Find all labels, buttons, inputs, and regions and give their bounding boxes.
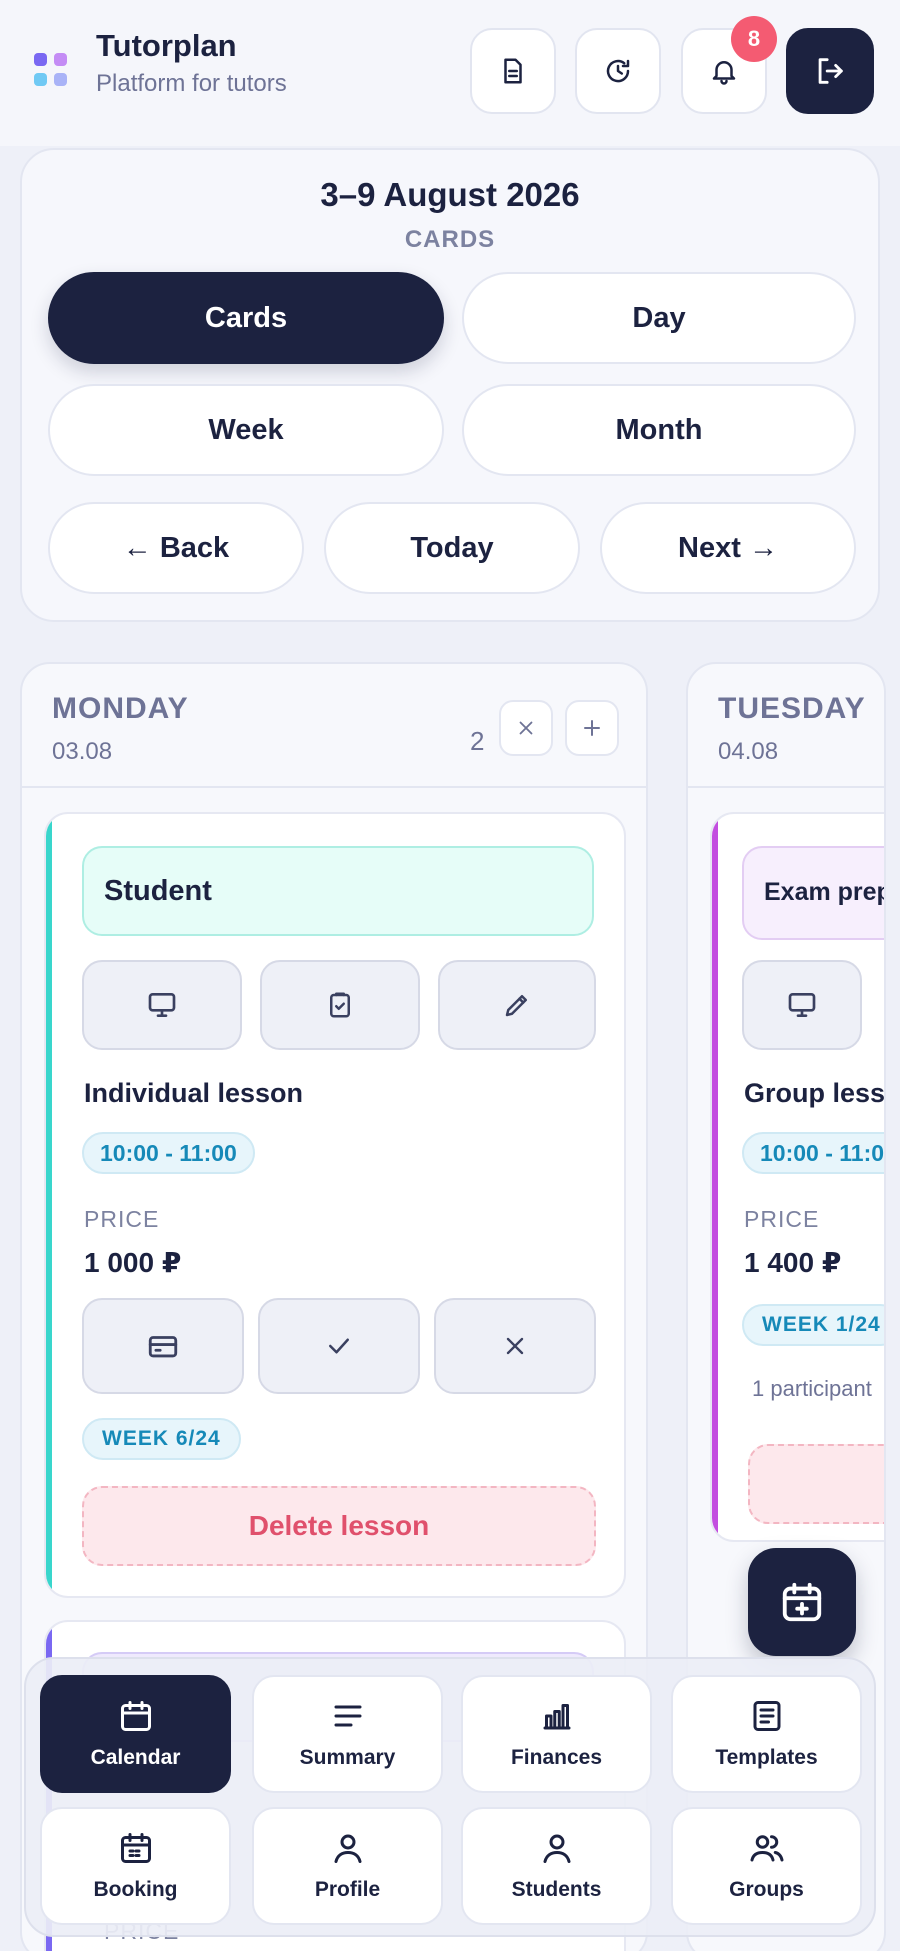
cancel-lesson-button[interactable] — [434, 1298, 596, 1394]
nav-groups[interactable]: Groups — [671, 1807, 862, 1925]
nav-templates[interactable]: Templates — [671, 1675, 862, 1793]
nav-label: Booking — [93, 1878, 178, 1901]
nav-booking[interactable]: Booking — [40, 1807, 231, 1925]
lesson-time: 10:00 - 11:00 — [82, 1132, 255, 1174]
pencil-icon — [505, 995, 527, 1017]
clipboard-check-icon — [330, 992, 350, 1018]
close-icon — [519, 721, 533, 735]
lesson-time: 10:00 - 11:00 — [742, 1132, 884, 1174]
today-button[interactable]: Today — [324, 502, 580, 594]
delete-lesson-button[interactable]: Delete lesson — [82, 1486, 596, 1566]
edit-lesson-button[interactable] — [438, 960, 596, 1050]
lesson-type: Individual lesson — [84, 1078, 304, 1108]
week-progress: WEEK 6/24 — [82, 1418, 241, 1460]
day-header: TUESDAY 04.08 — [688, 664, 884, 788]
day-name: MONDAY — [52, 692, 189, 725]
app-subtitle: Platform for tutors — [96, 70, 287, 97]
bell-icon — [712, 61, 736, 85]
nav-profile[interactable]: Profile — [252, 1807, 443, 1925]
student-name[interactable]: Student — [82, 846, 594, 936]
calendar-plus-icon — [782, 1582, 822, 1622]
lesson-count: 2 — [470, 726, 485, 756]
day-date: 03.08 — [52, 738, 113, 765]
mark-done-button[interactable] — [258, 1298, 420, 1394]
documents-button[interactable] — [470, 28, 556, 114]
payment-button[interactable] — [82, 1298, 244, 1394]
template-icon — [753, 1701, 780, 1731]
online-lesson-button[interactable] — [82, 960, 242, 1050]
history-icon — [606, 59, 630, 83]
check-icon — [329, 1338, 349, 1354]
group-name[interactable]: Exam preparation — [742, 846, 884, 940]
bar-chart-icon — [543, 1704, 570, 1730]
clear-day-button[interactable] — [499, 700, 553, 756]
homework-button[interactable] — [260, 960, 420, 1050]
users-icon — [750, 1835, 783, 1862]
view-month-button[interactable]: Month — [462, 384, 856, 476]
price-label: PRICE — [744, 1206, 820, 1232]
view-week-button[interactable]: Week — [48, 384, 444, 476]
nav-finances[interactable]: Finances — [461, 1675, 652, 1793]
lesson-price: 1 400 ₽ — [744, 1247, 842, 1278]
lesson-price: 1 000 ₽ — [84, 1247, 182, 1278]
booking-calendar-icon — [120, 1833, 151, 1863]
nav-label: Profile — [314, 1878, 381, 1901]
card-icon — [148, 1336, 178, 1358]
view-mode-caption: CARDS — [404, 226, 496, 253]
nav-summary[interactable]: Summary — [252, 1675, 443, 1793]
nav-label: Templates — [715, 1746, 818, 1769]
nav-label: Finances — [510, 1746, 603, 1769]
lesson-card[interactable]: Exam preparation Group lesson 10:00 - 11… — [710, 812, 886, 1542]
logout-button[interactable] — [786, 28, 874, 114]
day-date: 04.08 — [718, 738, 779, 765]
add-lesson-fab[interactable] — [748, 1548, 856, 1656]
next-button[interactable]: Next → — [600, 502, 856, 594]
nav-label: Summary — [299, 1746, 396, 1769]
brand: Tutorplan Platform for tutors — [96, 28, 287, 98]
day-name: TUESDAY — [718, 692, 866, 725]
nav-label: Groups — [729, 1878, 804, 1901]
monitor-icon — [788, 993, 816, 1017]
plus-icon — [584, 720, 600, 736]
calendar-icon — [120, 1701, 151, 1731]
app-header: Tutorplan Platform for tutors 8 — [0, 0, 900, 146]
notification-badge: 8 — [731, 16, 777, 62]
participants-count: 1 participant — [752, 1376, 872, 1401]
list-icon — [334, 1705, 361, 1727]
period-title: 3–9 August 2026 — [320, 176, 580, 213]
back-button[interactable]: ← Back — [48, 502, 304, 594]
view-cards-button[interactable]: Cards — [48, 272, 444, 364]
price-label: PRICE — [84, 1206, 160, 1232]
student-icon — [543, 1834, 570, 1863]
lesson-accent-stripe — [46, 814, 52, 1596]
nav-students[interactable]: Students — [461, 1807, 652, 1925]
add-lesson-button[interactable] — [565, 700, 619, 756]
close-icon — [506, 1337, 524, 1355]
history-button[interactable] — [575, 28, 661, 114]
day-header: MONDAY 03.08 2 — [22, 664, 646, 788]
lesson-card[interactable]: Student Individual lesson 10:00 - 11:00 … — [44, 812, 626, 1598]
calendar-controls-panel: 3–9 August 2026 CARDS Cards Day Week Mon… — [20, 148, 880, 622]
logout-icon — [818, 58, 843, 84]
nav-calendar[interactable]: Calendar — [40, 1675, 231, 1793]
app-logo-icon — [34, 53, 70, 89]
user-icon — [334, 1834, 361, 1863]
week-progress: WEEK 1/24 — [742, 1304, 884, 1346]
lesson-type: Group lesson — [744, 1078, 886, 1108]
lesson-accent-stripe — [712, 814, 718, 1540]
app-title: Tutorplan — [96, 28, 237, 63]
nav-label: Students — [511, 1878, 602, 1901]
nav-label: Calendar — [90, 1746, 181, 1769]
view-day-button[interactable]: Day — [462, 272, 856, 364]
online-lesson-button[interactable] — [742, 960, 862, 1050]
document-icon — [504, 58, 522, 84]
bottom-navigation: Calendar Summary Finances Templates Book… — [24, 1657, 876, 1937]
delete-lesson-button[interactable] — [748, 1444, 884, 1524]
monitor-icon — [148, 993, 176, 1017]
